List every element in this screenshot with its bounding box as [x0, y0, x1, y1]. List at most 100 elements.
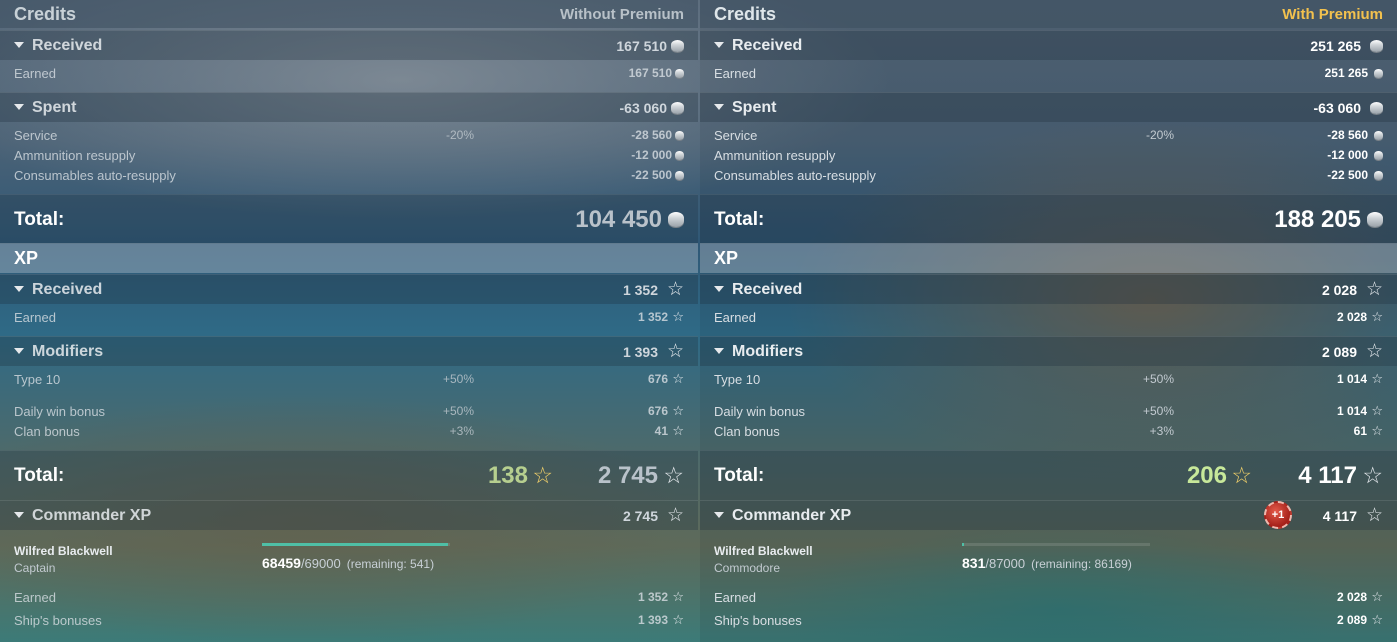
- caret-down-icon[interactable]: [714, 348, 724, 354]
- service-row: Service -20% -28 560: [700, 125, 1397, 145]
- row-label: Type 10: [714, 372, 761, 387]
- xp-header: XP: [0, 243, 698, 273]
- section-value: 167 510: [616, 38, 667, 54]
- credits-header: Credits Without Premium: [0, 0, 698, 28]
- caret-down-icon[interactable]: [714, 42, 724, 48]
- section-label: Modifiers: [732, 343, 804, 360]
- row-label: Daily win bonus: [14, 404, 106, 419]
- section-value: 1 393: [622, 344, 658, 360]
- xp-earned-row: Earned 2 028 ☆: [700, 307, 1397, 327]
- row-percent: +3%: [449, 424, 474, 438]
- row-label: Service: [14, 128, 58, 143]
- row-value: -28 560: [1327, 128, 1368, 142]
- credits-spent-section[interactable]: Spent -63 060: [0, 92, 698, 122]
- caret-down-icon[interactable]: [14, 348, 24, 354]
- star-icon: ☆: [672, 612, 684, 627]
- silver-coin-icon: [675, 131, 684, 140]
- commander-rank: Captain: [14, 561, 56, 575]
- total-value: 188 205: [1274, 206, 1361, 233]
- row-value: 1 014: [1336, 372, 1367, 386]
- star-icon: ☆: [1362, 462, 1383, 488]
- credits-received-section[interactable]: Received 167 510: [0, 30, 698, 60]
- row-value: -12 000: [1327, 148, 1368, 162]
- commander-xp-section[interactable]: Commander XP +1 4 117 ☆: [700, 500, 1397, 530]
- row-percent: +50%: [442, 404, 474, 418]
- modifiers-section[interactable]: Modifiers 1 393 ☆: [0, 336, 698, 366]
- daily-bonus-row: Daily win bonus +50% 1 014 ☆: [700, 401, 1397, 421]
- star-icon: ☆: [672, 589, 684, 604]
- row-percent: +3%: [1149, 424, 1174, 438]
- commander-progress-text: 68459/69000 (remaining: 541): [262, 555, 434, 571]
- ammo-row: Ammunition resupply -12 000: [0, 145, 698, 165]
- silver-coin-icon: [1367, 212, 1383, 227]
- row-label: Earned: [714, 590, 756, 605]
- section-label: Received: [32, 281, 103, 298]
- cmd-earned-row: Earned 2 028 ☆: [700, 587, 1397, 607]
- xp-title: XP: [714, 248, 739, 268]
- row-label: Daily win bonus: [714, 404, 806, 419]
- row-value: 41: [654, 424, 668, 438]
- row-value: 61: [1353, 424, 1367, 438]
- section-label: Spent: [732, 99, 777, 116]
- caret-down-icon[interactable]: [14, 104, 24, 110]
- star-icon: ☆: [672, 371, 684, 386]
- modifiers-section[interactable]: Modifiers 2 089 ☆: [700, 336, 1397, 366]
- caret-down-icon[interactable]: [14, 42, 24, 48]
- row-value: 2 028: [1336, 590, 1367, 604]
- xp-received-section[interactable]: Received 2 028 ☆: [700, 274, 1397, 304]
- daily-bonus-row: Daily win bonus +50% 676 ☆: [0, 401, 698, 421]
- xp-bonus-value: 206: [1186, 462, 1227, 489]
- star-icon: ☆: [672, 309, 684, 324]
- row-value: 2 028: [1336, 310, 1367, 324]
- silver-coin-icon: [671, 40, 684, 52]
- section-label: Modifiers: [32, 343, 104, 360]
- section-label: Spent: [32, 99, 77, 116]
- row-label: Consumables auto-resupply: [714, 168, 876, 183]
- clan-bonus-row: Clan bonus +3% 41 ☆: [0, 421, 698, 441]
- star-icon: ☆: [1371, 589, 1383, 604]
- cmd-earned-row: Earned 1 352 ☆: [0, 587, 698, 607]
- star-icon: ☆: [672, 423, 684, 438]
- total-label: Total:: [14, 209, 65, 230]
- xp-total-row: Total: 138 ☆ 2 745 ☆: [0, 450, 698, 500]
- caret-down-icon[interactable]: [714, 512, 724, 518]
- star-icon: ☆: [666, 505, 684, 526]
- row-percent: -20%: [1145, 128, 1174, 142]
- commander-xp-section[interactable]: Commander XP 2 745 ☆: [0, 500, 698, 530]
- progress-remaining: (remaining: 86169): [1031, 557, 1132, 571]
- silver-coin-icon: [668, 212, 684, 227]
- star-icon: ☆: [1371, 612, 1383, 627]
- star-icon: ☆: [1371, 309, 1383, 324]
- total-value: 2 745: [597, 462, 658, 489]
- star-icon: ☆: [1371, 371, 1383, 386]
- earned-row: Earned 251 265: [700, 63, 1397, 83]
- progress-remaining: (remaining: 541): [346, 557, 435, 571]
- caret-down-icon[interactable]: [14, 512, 24, 518]
- star-icon: ☆: [672, 403, 684, 418]
- row-label: Ship's bonuses: [14, 613, 102, 628]
- star-icon: ☆: [1365, 505, 1383, 526]
- total-value: 104 450: [575, 206, 662, 233]
- row-label: Consumables auto-resupply: [14, 168, 176, 183]
- row-percent: +50%: [1142, 372, 1174, 386]
- caret-down-icon[interactable]: [714, 104, 724, 110]
- row-value: 251 265: [1324, 66, 1368, 80]
- skill-point-badge[interactable]: +1: [1264, 501, 1292, 529]
- caret-down-icon[interactable]: [714, 286, 724, 292]
- silver-coin-icon: [1370, 102, 1383, 114]
- xp-received-section[interactable]: Received 1 352 ☆: [0, 274, 698, 304]
- section-label: Commander XP: [732, 507, 852, 524]
- row-percent: -20%: [445, 128, 474, 142]
- row-value: 1 393: [637, 613, 668, 627]
- commander-progress-fill: [962, 543, 964, 546]
- ammo-row: Ammunition resupply -12 000: [700, 145, 1397, 165]
- section-value: -63 060: [1313, 100, 1361, 116]
- credits-received-section[interactable]: Received 251 265: [700, 30, 1397, 60]
- row-label: Service: [714, 128, 758, 143]
- xp-header: XP: [700, 243, 1397, 273]
- mode-label: Without Premium: [559, 6, 684, 23]
- caret-down-icon[interactable]: [14, 286, 24, 292]
- row-label: Earned: [714, 310, 756, 325]
- silver-coin-icon: [1374, 131, 1383, 140]
- credits-spent-section[interactable]: Spent -63 060: [700, 92, 1397, 122]
